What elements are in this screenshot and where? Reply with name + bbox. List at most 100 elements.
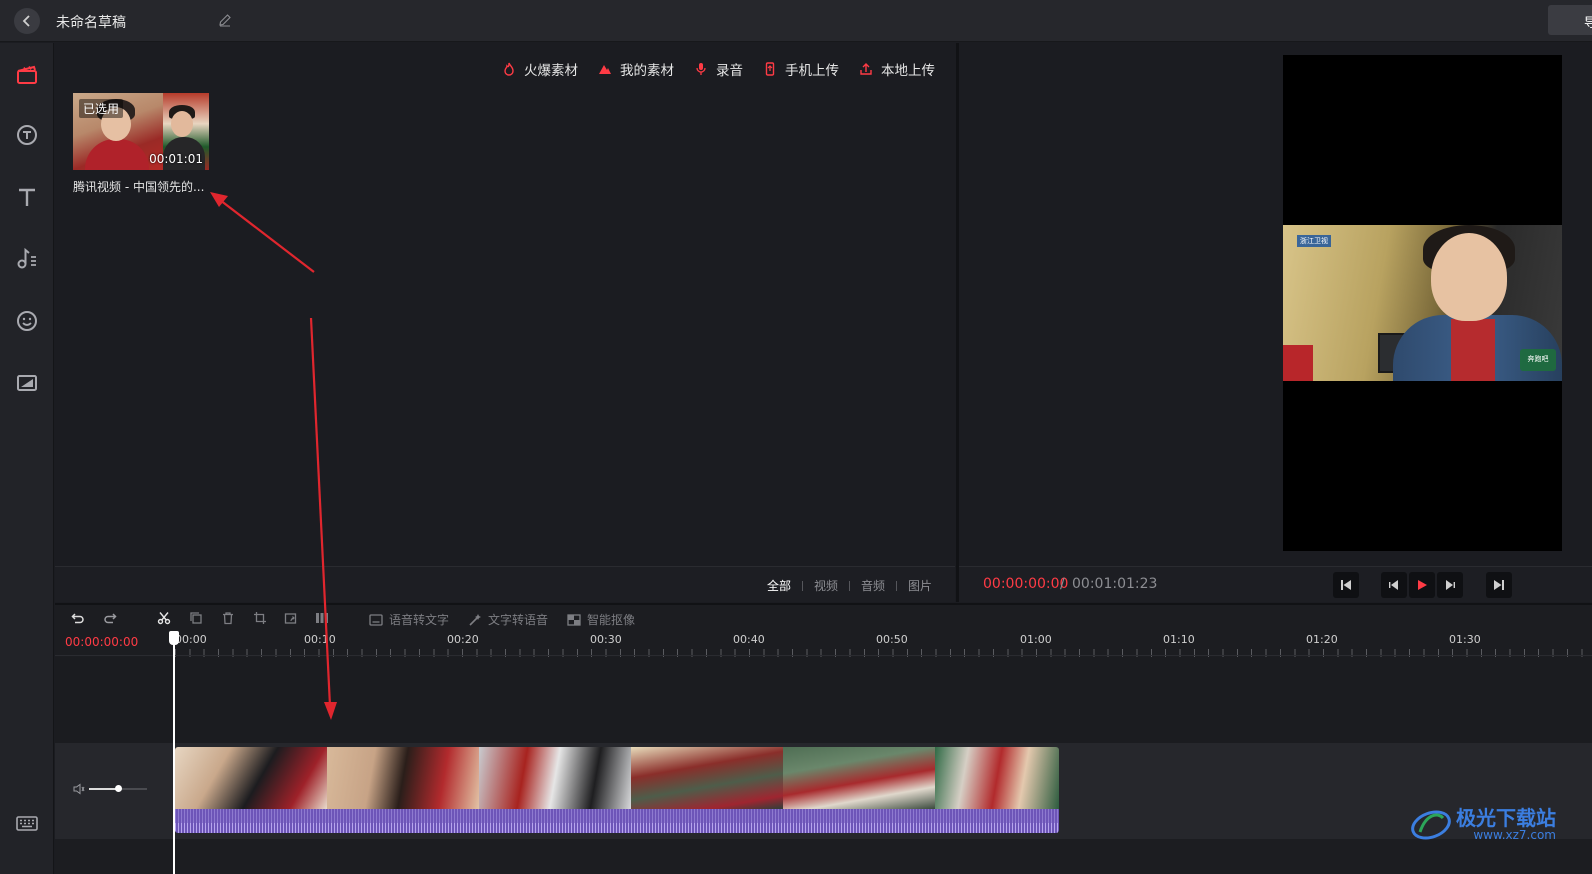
microphone-icon bbox=[696, 63, 706, 75]
ruler-label: 00:50 bbox=[876, 633, 908, 646]
selected-badge: 已选用 bbox=[79, 99, 124, 118]
time-ruler[interactable]: 00:00 00:10 00:20 00:30 00:40 00:50 01:0… bbox=[175, 631, 1592, 657]
preview-panel: 浙江卫视 奔跑吧 bbox=[959, 43, 1592, 565]
cut-button[interactable] bbox=[157, 611, 171, 625]
media-duration: 00:01:01 bbox=[149, 152, 203, 166]
rotate-icon bbox=[284, 613, 297, 624]
media-name: 腾讯视频 - 中国领先的... bbox=[73, 180, 205, 194]
tab-label: 本地上传 bbox=[881, 63, 935, 79]
tab-phone-upload[interactable]: 手机上传 bbox=[763, 59, 839, 79]
site-watermark: 极光下载站 www.xz7.com bbox=[1410, 808, 1556, 842]
back-button[interactable] bbox=[14, 8, 40, 34]
subtitle-icon bbox=[369, 613, 383, 626]
copy-button[interactable] bbox=[189, 611, 203, 625]
smart-matting-label: 智能抠像 bbox=[587, 613, 636, 627]
filter-video[interactable]: 视频 bbox=[803, 577, 849, 594]
preview-frame: 浙江卫视 奔跑吧 bbox=[1283, 225, 1562, 381]
speech-to-text-label: 语音转文字 bbox=[389, 613, 450, 627]
ruler-label: 00:40 bbox=[733, 633, 765, 646]
jump-to-start-button[interactable] bbox=[1333, 572, 1359, 598]
split-button[interactable] bbox=[315, 611, 329, 625]
media-panel: 火爆素材 我的素材 录音 手机上传 本地上传 已选用 00:01:01 腾讯视频… bbox=[55, 43, 955, 565]
undo-icon bbox=[71, 613, 84, 624]
redo-button[interactable] bbox=[103, 611, 117, 625]
crop-button[interactable] bbox=[253, 611, 267, 625]
tab-hot-material[interactable]: 火爆素材 bbox=[502, 59, 578, 79]
filter-audio[interactable]: 音频 bbox=[850, 577, 896, 594]
ruler-label: 00:30 bbox=[590, 633, 622, 646]
step-forward-icon bbox=[1446, 580, 1455, 590]
time-separator: / bbox=[1060, 576, 1065, 592]
clip-frame bbox=[327, 747, 479, 809]
ruler-baseline bbox=[55, 655, 1592, 656]
delete-button[interactable] bbox=[221, 611, 235, 625]
preview-screen[interactable]: 浙江卫视 奔跑吧 bbox=[1283, 55, 1562, 551]
play-icon bbox=[1418, 580, 1427, 590]
media-source-tabs: 火爆素材 我的素材 录音 手机上传 本地上传 bbox=[502, 59, 935, 79]
filter-image[interactable]: 图片 bbox=[897, 577, 943, 594]
prev-frame-button[interactable] bbox=[1381, 572, 1407, 598]
rotate-button[interactable] bbox=[284, 611, 298, 625]
emoji-icon bbox=[17, 311, 37, 331]
aurora-logo-icon bbox=[1411, 810, 1451, 840]
tab-my-material[interactable]: 我的素材 bbox=[598, 59, 674, 79]
ruler-label: 01:10 bbox=[1163, 633, 1195, 646]
ruler-label: 01:30 bbox=[1449, 633, 1481, 646]
channel-logo: 浙江卫视 bbox=[1297, 235, 1331, 247]
play-button[interactable] bbox=[1409, 572, 1435, 598]
matting-icon bbox=[567, 613, 581, 626]
text-to-speech-button[interactable]: 文字转语音 bbox=[468, 611, 548, 628]
next-frame-button[interactable] bbox=[1437, 572, 1463, 598]
redo-icon bbox=[104, 613, 117, 624]
ruler-label: 01:20 bbox=[1306, 633, 1338, 646]
media-thumbnail[interactable]: 已选用 00:01:01 bbox=[73, 93, 209, 170]
left-sidebar bbox=[0, 43, 54, 874]
tab-label: 火爆素材 bbox=[524, 63, 578, 79]
sidebar-item-text[interactable] bbox=[15, 185, 39, 209]
speech-to-text-button[interactable]: 语音转文字 bbox=[369, 611, 449, 628]
crop-icon bbox=[254, 612, 266, 624]
ruler-label: 01:00 bbox=[1020, 633, 1052, 646]
media-item[interactable]: 已选用 00:01:01 腾讯视频 - 中国领先的... bbox=[73, 93, 213, 195]
tab-recording[interactable]: 录音 bbox=[694, 59, 743, 79]
smart-matting-button[interactable]: 智能抠像 bbox=[567, 611, 635, 628]
phone-upload-icon bbox=[765, 62, 775, 76]
tab-label: 我的素材 bbox=[620, 63, 674, 79]
trash-icon bbox=[223, 612, 233, 625]
clip-frame bbox=[783, 747, 935, 809]
clip-frame bbox=[479, 747, 631, 809]
clip-frame bbox=[935, 747, 1059, 809]
preview-controls: 00:00:00:00 / 00:01:01:23 bbox=[959, 566, 1592, 602]
step-back-icon bbox=[1389, 580, 1398, 590]
volume-slider-handle[interactable] bbox=[115, 785, 122, 792]
sidebar-item-shortcuts[interactable] bbox=[15, 811, 39, 835]
empty-track[interactable] bbox=[55, 657, 1592, 743]
show-badge: 奔跑吧 bbox=[1520, 349, 1556, 371]
pencil-icon[interactable] bbox=[218, 13, 232, 27]
sidebar-item-media[interactable] bbox=[15, 63, 39, 87]
playhead-line[interactable] bbox=[173, 631, 175, 874]
track-volume-control[interactable] bbox=[73, 783, 153, 797]
total-time: 00:01:01:23 bbox=[1072, 576, 1158, 592]
sticker-icon bbox=[17, 125, 37, 145]
speaker-icon bbox=[73, 783, 85, 795]
ruler-label: 00:10 bbox=[304, 633, 336, 646]
watermark-brand: 极光下载站 bbox=[1456, 806, 1556, 830]
wand-icon bbox=[469, 613, 481, 626]
sidebar-item-music[interactable] bbox=[15, 247, 39, 271]
jump-to-end-button[interactable] bbox=[1486, 572, 1512, 598]
filter-all[interactable]: 全部 bbox=[756, 577, 802, 594]
video-clip[interactable] bbox=[175, 747, 1059, 833]
top-bar: 未命名草稿 导 bbox=[0, 0, 1592, 42]
mountain-icon bbox=[599, 65, 611, 74]
undo-button[interactable] bbox=[71, 611, 85, 625]
sidebar-item-emoji[interactable] bbox=[15, 309, 39, 333]
text-icon bbox=[19, 188, 35, 206]
export-button[interactable]: 导 bbox=[1548, 5, 1592, 35]
tab-local-upload[interactable]: 本地上传 bbox=[859, 59, 935, 79]
ruler-label: 00:20 bbox=[447, 633, 479, 646]
sidebar-item-sticker[interactable] bbox=[15, 123, 39, 147]
playhead-handle[interactable] bbox=[169, 631, 179, 645]
ruler-label: 00:00 bbox=[175, 633, 207, 646]
sidebar-item-image[interactable] bbox=[15, 371, 39, 395]
